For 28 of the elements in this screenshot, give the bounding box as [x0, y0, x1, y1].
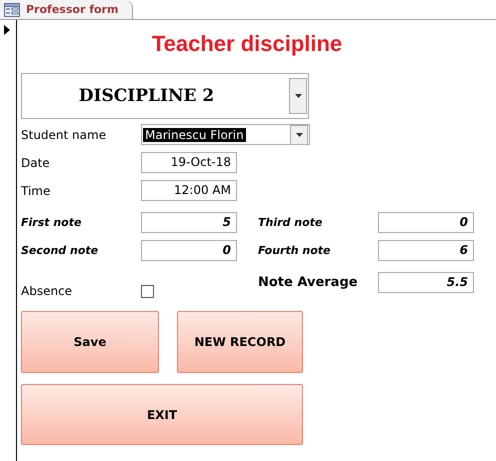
note-label: Third note — [258, 216, 324, 228]
field-label: Date — [21, 156, 51, 170]
new-record-button[interactable]: NEW RECORD — [177, 311, 303, 373]
field-label: Student name — [21, 128, 108, 142]
exit-button[interactable]: EXIT — [21, 384, 303, 445]
note-field[interactable]: 6 — [378, 240, 474, 260]
form-tab[interactable]: Professor form — [0, 0, 134, 19]
field-label: Time — [21, 184, 52, 198]
note-field[interactable]: 5 — [141, 212, 237, 232]
form-heading: Teacher discipline — [150, 30, 344, 57]
time-field[interactable]: 12:00 AM — [141, 180, 237, 201]
note-field[interactable]: 0 — [141, 240, 237, 260]
discipline-combo[interactable]: DISCIPLINE 2 — [21, 73, 309, 119]
average-label: Note Average — [258, 274, 359, 290]
student-combo[interactable]: Marinescu Florin — [141, 124, 310, 145]
note-label: Second note — [21, 244, 100, 256]
dropdown-icon — [294, 94, 302, 98]
form-icon — [4, 2, 20, 16]
absence-checkbox[interactable] — [141, 284, 154, 298]
note-field[interactable]: 0 — [378, 212, 474, 232]
note-label: Fourth note — [258, 244, 332, 256]
save-button[interactable]: Save — [21, 311, 159, 373]
date-field[interactable]: 19-Oct-18 — [141, 152, 237, 173]
note-label: First note — [21, 216, 82, 228]
average-field: 5.5 — [378, 272, 474, 292]
checkbox-label: Absence — [21, 284, 74, 298]
dropdown-icon — [296, 132, 302, 136]
current-record-icon — [4, 25, 10, 35]
